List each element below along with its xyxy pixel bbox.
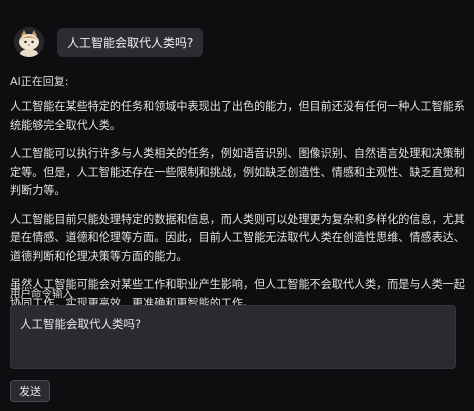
- reply-paragraph: 人工智能目前只能处理特定的数据和信息，而人类则可以处理更为复杂和多样化的信息，尤…: [10, 212, 465, 263]
- command-input[interactable]: 人工智能会取代人类吗?: [10, 305, 456, 369]
- user-message-bubble: 人工智能会取代人类吗?: [57, 27, 204, 57]
- chat-page: 人工智能会取代人类吗? AI正在回复: 人工智能在某些特定的任务和领域中表现出了…: [0, 0, 474, 411]
- command-input-label: 用户命令输入: [10, 288, 73, 300]
- reply-paragraph: 人工智能可以执行许多与人类相关的任务，例如语音识别、图像识别、自然语言处理和决策…: [10, 147, 465, 197]
- cat-avatar-icon: [14, 27, 44, 57]
- ai-reply: 人工智能在某些特定的任务和领域中表现出了出色的能力，但目前还没有任何一种人工智能…: [10, 98, 465, 323]
- send-button[interactable]: 发送: [10, 380, 50, 402]
- reply-paragraph: 人工智能在某些特定的任务和领域中表现出了出色的能力，但目前还没有任何一种人工智能…: [10, 100, 465, 132]
- user-message-row: 人工智能会取代人类吗?: [14, 27, 204, 57]
- reply-status-label: AI正在回复:: [10, 75, 69, 88]
